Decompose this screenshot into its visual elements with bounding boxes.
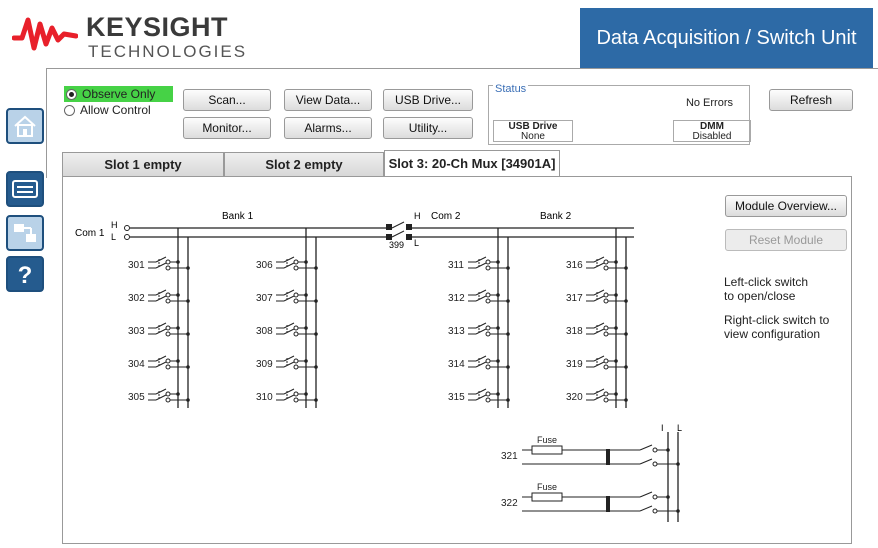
help-icon[interactable]: ? xyxy=(6,256,44,292)
app-title: Data Acquisition / Switch Unit xyxy=(580,8,873,68)
status-legend: Status xyxy=(493,83,529,95)
view-data-button[interactable]: View Data... xyxy=(284,89,372,111)
keysight-logo: KEYSIGHT TECHNOLOGIES xyxy=(12,8,272,64)
wave-logo-icon xyxy=(12,17,78,51)
error-status: No Errors xyxy=(685,97,733,109)
dmm-status: DMM Disabled xyxy=(673,120,751,142)
usb-drive-status: USB Drive None xyxy=(493,120,573,142)
svg-text:?: ? xyxy=(18,262,33,287)
usb-drive-status-value: None xyxy=(521,131,545,142)
left-click-hint: Left-click switch to open/close xyxy=(724,275,809,303)
divider xyxy=(46,68,47,178)
refresh-button[interactable]: Refresh xyxy=(769,89,853,111)
header: KEYSIGHT TECHNOLOGIES Data Acquisition /… xyxy=(0,0,878,68)
monitor-button[interactable]: Monitor... xyxy=(183,117,271,139)
right-click-hint: Right-click switch to view configuration xyxy=(724,313,830,341)
module-overview-button[interactable]: Module Overview... xyxy=(725,195,847,217)
alarms-button[interactable]: Alarms... xyxy=(284,117,372,139)
brand-name: KEYSIGHT xyxy=(86,12,229,42)
module-icon[interactable] xyxy=(6,171,44,207)
tab-slot-2[interactable]: Slot 2 empty xyxy=(224,152,384,176)
radio-unselected-icon xyxy=(64,104,75,116)
observe-only-radio[interactable]: Observe Only xyxy=(64,86,174,102)
tab-slot-1[interactable]: Slot 1 empty xyxy=(62,152,224,176)
observe-only-label: Observe Only xyxy=(82,87,156,101)
dmm-status-value: Disabled xyxy=(692,131,732,142)
tab-slot-3[interactable]: Slot 3: 20-Ch Mux [34901A] xyxy=(384,150,560,176)
brand-sub: TECHNOLOGIES xyxy=(88,42,248,61)
module-panel: Module Overview... Reset Module Left-cli… xyxy=(62,176,852,544)
allow-control-radio[interactable]: Allow Control xyxy=(64,103,151,117)
reset-module-button[interactable]: Reset Module xyxy=(725,229,847,251)
radio-selected-icon xyxy=(66,88,77,100)
scan-button[interactable]: Scan... xyxy=(183,89,271,111)
allow-control-label: Allow Control xyxy=(80,103,151,117)
status-panel: Status No Errors USB Drive None DMM Disa… xyxy=(488,83,751,145)
scan-list-icon[interactable] xyxy=(6,215,44,251)
utility-button[interactable]: Utility... xyxy=(383,117,473,139)
divider xyxy=(46,68,878,69)
home-icon[interactable] xyxy=(6,108,44,144)
usb-drive-button[interactable]: USB Drive... xyxy=(383,89,473,111)
